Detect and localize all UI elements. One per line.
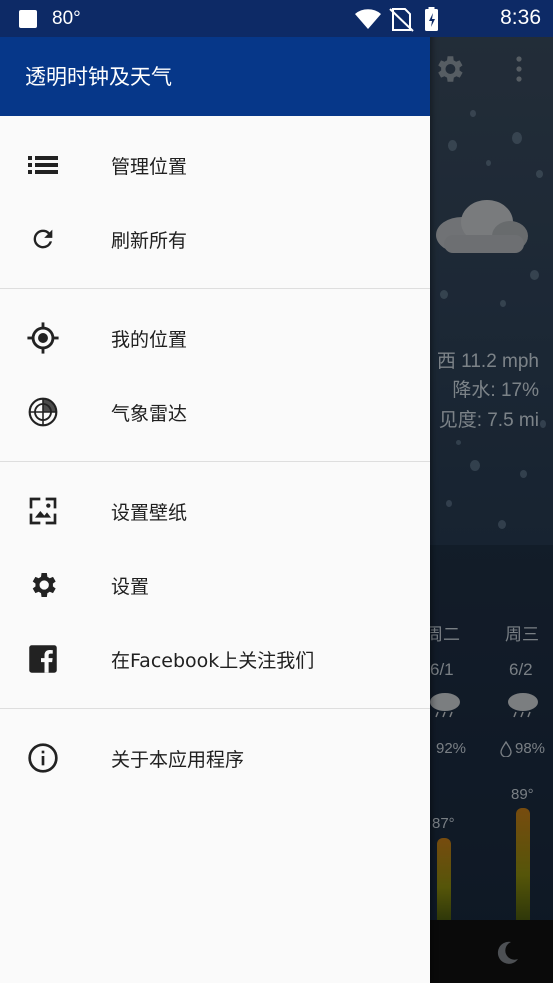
menu-item-label: 管理位置 — [111, 155, 188, 178]
menu-item-weather-radar[interactable]: 气象雷达 — [0, 375, 430, 449]
menu-item-follow-facebook[interactable]: 在Facebook上关注我们 — [0, 622, 430, 696]
menu-item-label: 在Facebook上关注我们 — [111, 649, 315, 672]
menu-item-label: 关于本应用程序 — [111, 748, 245, 771]
wallpaper-icon — [26, 494, 60, 528]
menu-item-label: 刷新所有 — [111, 229, 188, 252]
wifi-icon — [355, 9, 381, 30]
menu-item-about[interactable]: 关于本应用程序 — [0, 721, 430, 795]
drawer-title: 透明时钟及天气 — [25, 65, 172, 89]
navigation-drawer: 透明时钟及天气 管理位置 刷新所有 我的位置 气象雷达 设置壁纸 设置 在Fac… — [0, 0, 430, 983]
menu-item-my-location[interactable]: 我的位置 — [0, 301, 430, 375]
drawer-header: 透明时钟及天气 — [0, 37, 430, 116]
notification-square-icon — [19, 10, 37, 28]
status-time: 8:36 — [500, 6, 541, 29]
menu-item-refresh-all[interactable]: 刷新所有 — [0, 202, 430, 276]
no-sim-icon — [389, 8, 414, 32]
radar-icon — [26, 395, 60, 429]
gps-location-icon — [26, 321, 60, 355]
drawer-menu: 管理位置 刷新所有 我的位置 气象雷达 设置壁纸 设置 在Facebook上关注… — [0, 116, 430, 795]
menu-item-label: 我的位置 — [111, 328, 188, 351]
status-temperature: 80° — [52, 8, 81, 29]
status-icons — [355, 7, 438, 32]
menu-item-label: 气象雷达 — [111, 402, 188, 425]
menu-item-settings[interactable]: 设置 — [0, 548, 430, 622]
facebook-icon — [26, 642, 60, 676]
info-icon — [26, 741, 60, 775]
list-icon — [26, 148, 60, 182]
settings-gear-icon — [26, 568, 60, 602]
menu-item-manage-locations[interactable]: 管理位置 — [0, 128, 430, 202]
status-bar: 80° 8:36 — [0, 0, 553, 37]
menu-item-label: 设置壁纸 — [111, 501, 188, 524]
battery-charging-icon — [425, 7, 438, 31]
menu-item-set-wallpaper[interactable]: 设置壁纸 — [0, 474, 430, 548]
menu-item-label: 设置 — [111, 575, 150, 598]
refresh-icon — [26, 222, 60, 256]
